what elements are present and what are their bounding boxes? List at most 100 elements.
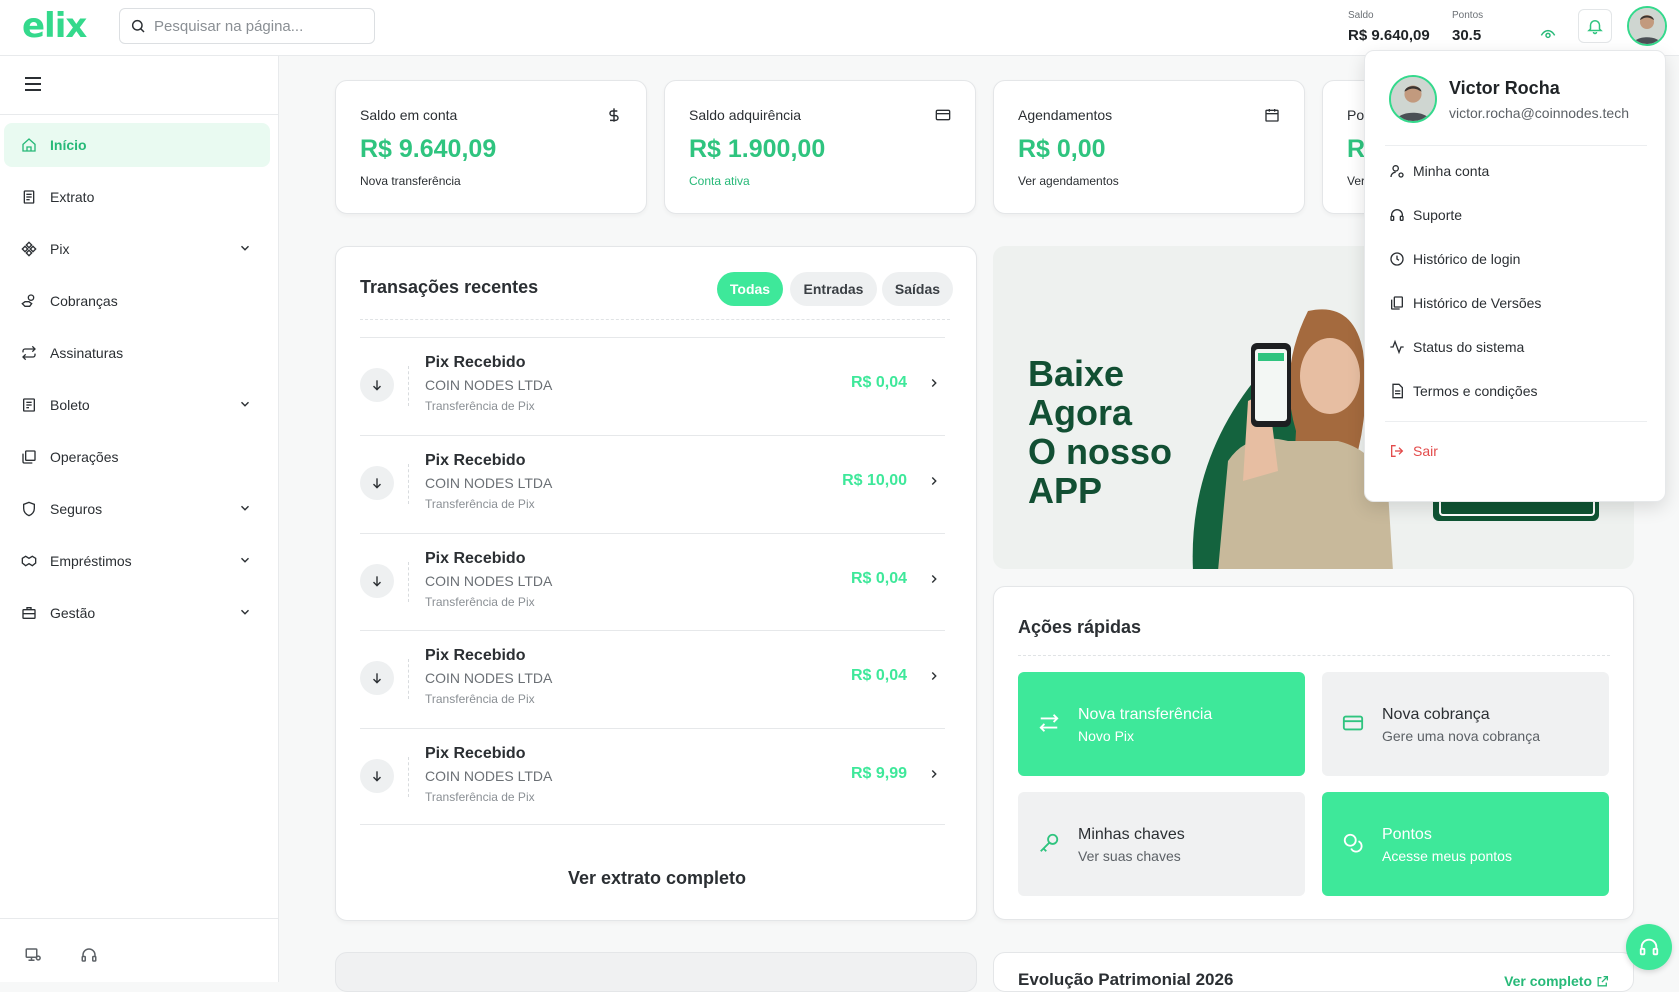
transaction-row[interactable]: Pix Recebido COIN NODES LTDA Transferênc…	[360, 337, 945, 434]
stat-value: R$ 9.640,09	[360, 135, 497, 163]
banner-line: O nosso	[1028, 431, 1173, 472]
menu-item-termos[interactable]: Termos e condições	[1389, 377, 1538, 405]
evolution-title: Evolução Patrimonial 2026	[1018, 970, 1234, 989]
document-icon	[1389, 383, 1405, 399]
sidebar-item-assinaturas[interactable]: Assinaturas	[4, 331, 270, 375]
stat-link[interactable]: Nova transferência	[360, 174, 622, 188]
arrows-swap-icon	[1038, 712, 1060, 734]
menu-toggle-icon[interactable]	[24, 76, 42, 92]
transaction-amount: R$ 9,99	[850, 765, 907, 782]
search-input[interactable]	[154, 17, 364, 35]
logout-button[interactable]: Sair	[1389, 437, 1438, 465]
user-icon	[1389, 163, 1405, 179]
menu-item-status-sistema[interactable]: Status do sistema	[1389, 333, 1524, 361]
toggle-balance-visibility-icon[interactable]	[1540, 26, 1556, 42]
menu-item-minha-conta[interactable]: Minha conta	[1389, 157, 1489, 185]
search-box[interactable]	[119, 8, 375, 44]
sidebar-item-cobrancas[interactable]: Cobranças	[4, 279, 270, 323]
stat-title: Saldo adquirência	[689, 107, 802, 123]
sidebar-item-pix[interactable]: Pix	[4, 227, 270, 271]
quick-action-title: Nova cobrança	[1382, 706, 1490, 723]
stat-card-saldo-conta[interactable]: Saldo em conta R$ 9.640,09 Nova transfer…	[335, 80, 647, 214]
evolution-view-link[interactable]: Ver completo	[1504, 973, 1609, 989]
menu-item-label: Histórico de Versões	[1413, 295, 1542, 311]
chevron-down-icon	[238, 241, 252, 255]
stat-value: R$ 1.900,00	[689, 135, 826, 163]
filter-todas-tab[interactable]: Todas	[717, 272, 783, 306]
menu-item-suporte[interactable]: Suporte	[1389, 201, 1462, 229]
chevron-right-icon	[927, 669, 941, 683]
quick-action-nova-transferencia[interactable]: Nova transferência Novo Pix	[1018, 672, 1305, 776]
arrow-down-icon	[360, 368, 394, 402]
transaction-amount: R$ 10,00	[842, 472, 907, 489]
filter-saidas-tab[interactable]: Saídas	[882, 272, 953, 306]
header-saldo-value: R$ 9.640,09	[1348, 27, 1430, 44]
row-divider	[408, 366, 409, 406]
header-pontos-label: Pontos	[1452, 10, 1484, 21]
sidebar-item-inicio[interactable]: Início	[4, 123, 270, 167]
stat-card-saldo-adquirencia[interactable]: Saldo adquirência R$ 1.900,00 Conta ativ…	[664, 80, 976, 214]
transaction-amount: R$ 0,04	[850, 570, 907, 587]
transaction-company: COIN NODES LTDA	[425, 573, 553, 589]
monitor-settings-icon[interactable]	[24, 946, 42, 964]
credit-card-icon	[1342, 712, 1364, 734]
bell-icon	[1586, 17, 1604, 35]
sidebar-item-extrato[interactable]: Extrato	[4, 175, 270, 219]
chevron-down-icon	[238, 605, 252, 619]
user-menu-divider	[1385, 145, 1647, 146]
quick-actions-card: Ações rápidas Nova transferência Novo Pi…	[993, 586, 1634, 920]
transaction-row[interactable]: Pix Recebido COIN NODES LTDA Transferênc…	[360, 435, 945, 532]
stat-card-agendamentos[interactable]: Agendamentos R$ 0,00 Ver agendamentos	[993, 80, 1305, 214]
sidebar-item-seguros[interactable]: Seguros	[4, 487, 270, 531]
sidebar-item-gestao[interactable]: Gestão	[4, 591, 270, 635]
arrow-down-icon	[360, 466, 394, 500]
dollar-icon	[606, 107, 622, 123]
transaction-amount: R$ 0,04	[850, 374, 907, 391]
view-full-statement-link[interactable]: Ver extrato completo	[336, 868, 978, 889]
quick-action-pontos[interactable]: Pontos Acesse meus pontos	[1322, 792, 1609, 896]
transaction-name: Pix Recebido	[425, 452, 526, 469]
sidebar-divider	[0, 114, 279, 115]
recent-transactions-card: Transações recentes Todas Entradas Saída…	[335, 246, 977, 921]
sidebar-item-emprestimos[interactable]: Empréstimos	[4, 539, 270, 583]
menu-item-label: Suporte	[1413, 207, 1463, 223]
transaction-type: Transferência de Pix	[425, 497, 535, 511]
quick-action-minhas-chaves[interactable]: Minhas chaves Ver suas chaves	[1018, 792, 1305, 896]
transaction-row[interactable]: Pix Recebido COIN NODES LTDA Transferênc…	[360, 533, 945, 630]
menu-item-historico-versoes[interactable]: Histórico de Versões	[1389, 289, 1541, 317]
quick-action-nova-cobranca[interactable]: Nova cobrança Gere uma nova cobrança	[1322, 672, 1609, 776]
chevron-right-icon	[927, 572, 941, 586]
stat-link[interactable]: Ver agendamentos	[1018, 174, 1280, 188]
support-chat-button[interactable]	[1626, 924, 1672, 970]
menu-item-label: Status do sistema	[1413, 339, 1525, 355]
user-menu-dropdown: Victor Rocha victor.rocha@coinnodes.tech…	[1364, 50, 1666, 502]
top-bar: elix Saldo R$ 9.640,09 Pontos 30.5	[0, 0, 1679, 56]
receipt-icon	[20, 188, 38, 206]
menu-item-historico-login[interactable]: Histórico de login	[1389, 245, 1520, 273]
transaction-company: COIN NODES LTDA	[425, 377, 553, 393]
filter-entradas-tab[interactable]: Entradas	[790, 272, 877, 306]
notifications-button[interactable]	[1578, 9, 1612, 43]
sidebar-item-operacoes[interactable]: Operações	[4, 435, 270, 479]
user-avatar-button[interactable]	[1627, 6, 1667, 46]
calendar-icon	[1264, 107, 1280, 123]
header-saldo-label: Saldo	[1348, 10, 1374, 21]
chevron-right-icon	[927, 767, 941, 781]
elix-logo[interactable]: elix	[22, 6, 87, 46]
layers-icon	[20, 448, 38, 466]
row-divider	[408, 757, 409, 797]
sidebar-item-label: Empréstimos	[50, 553, 132, 569]
sidebar: Início Extrato Pix Cobranças Assinaturas…	[0, 56, 279, 982]
row-divider	[408, 659, 409, 699]
chevron-down-icon	[238, 553, 252, 567]
quick-action-title: Minhas chaves	[1078, 826, 1185, 843]
transaction-row[interactable]: Pix Recebido COIN NODES LTDA Transferênc…	[360, 728, 945, 825]
key-icon	[1038, 832, 1060, 854]
transaction-name: Pix Recebido	[425, 647, 526, 664]
banner-line: Agora	[1028, 392, 1133, 433]
transaction-row[interactable]: Pix Recebido COIN NODES LTDA Transferênc…	[360, 630, 945, 727]
transaction-type: Transferência de Pix	[425, 595, 535, 609]
stat-value: R$ 0,00	[1018, 135, 1106, 163]
headset-icon[interactable]	[80, 946, 98, 964]
sidebar-item-boleto[interactable]: Boleto	[4, 383, 270, 427]
